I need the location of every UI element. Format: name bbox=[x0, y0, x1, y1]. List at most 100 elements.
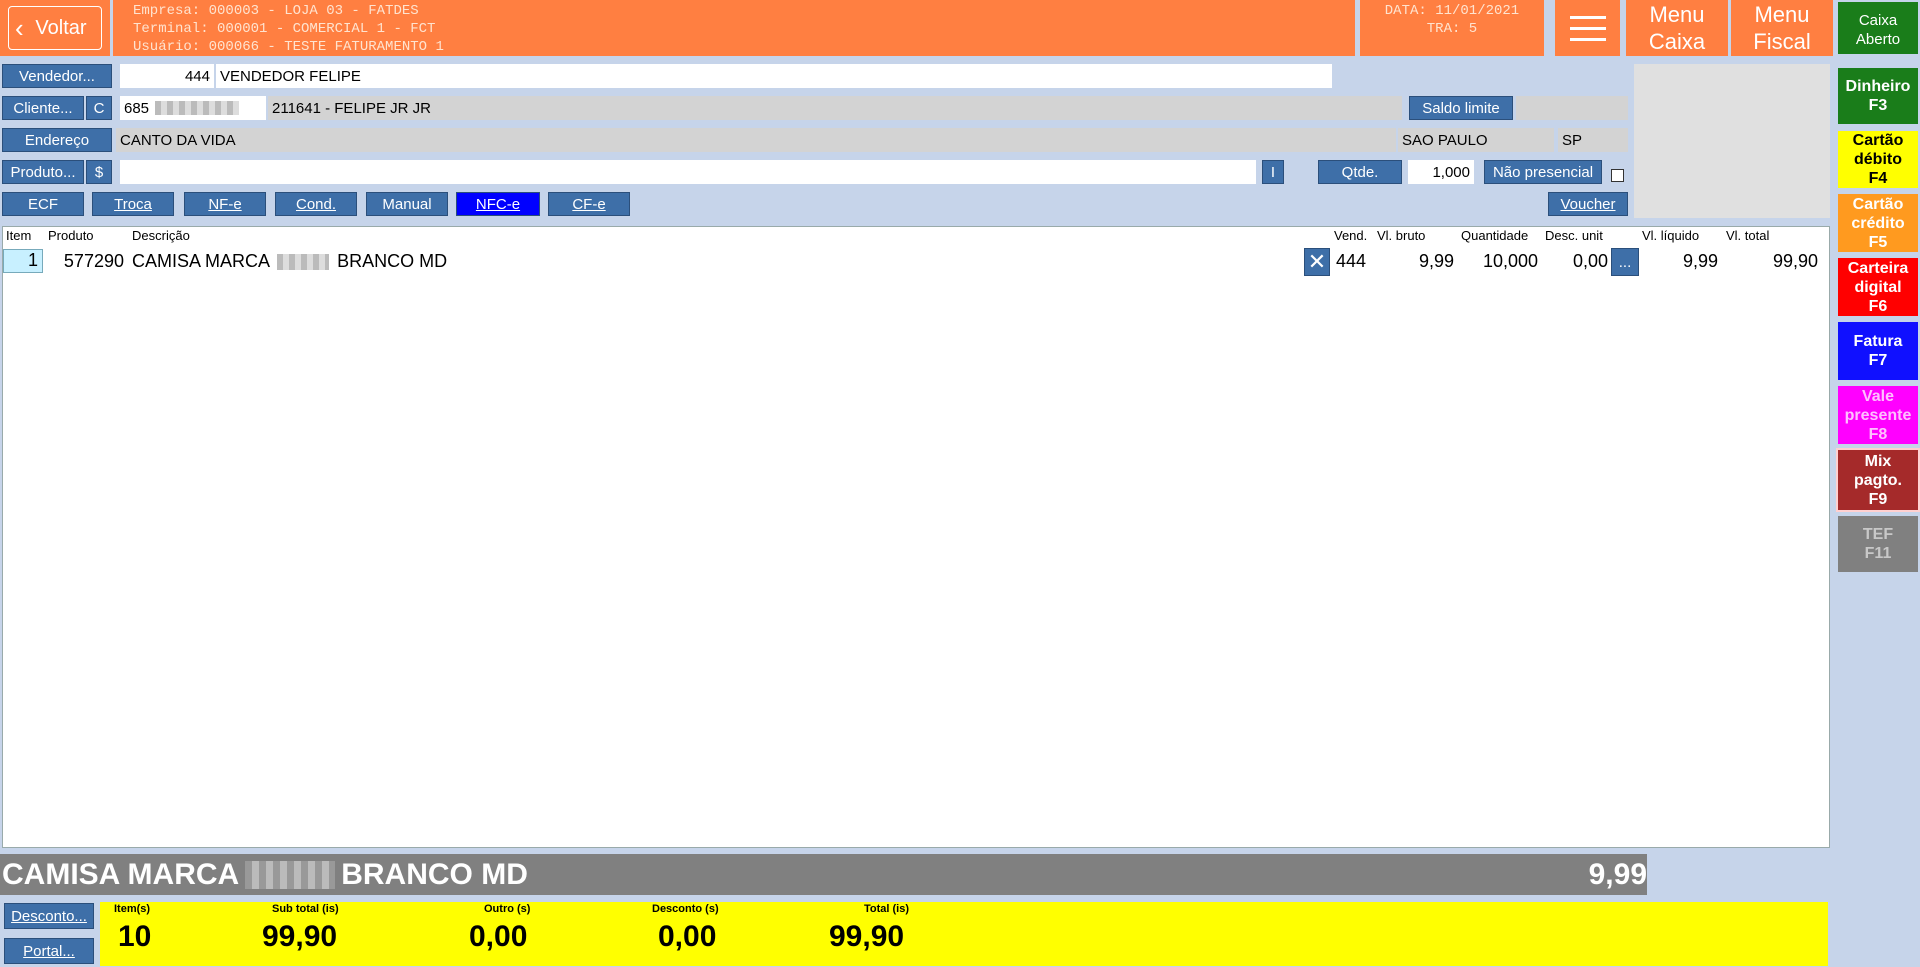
menu-fiscal-label-1: Menu bbox=[1754, 2, 1810, 27]
pay-debito-button[interactable]: Cartão débito F4 bbox=[1836, 129, 1920, 190]
pay-fatura-key: F7 bbox=[1868, 352, 1888, 369]
pay-carteira-label-2: digital bbox=[1854, 278, 1902, 296]
pay-vale-key: F8 bbox=[1868, 425, 1888, 443]
mode-ecf-button[interactable]: ECF bbox=[2, 192, 84, 216]
col-produto-header: Produto bbox=[48, 228, 94, 243]
pay-carteira-key: F6 bbox=[1868, 297, 1888, 315]
col-item-header: Item bbox=[6, 228, 32, 243]
date-info: DATA: 11/01/2021 TRA: 5 bbox=[1360, 0, 1544, 56]
hamburger-icon bbox=[1569, 8, 1606, 49]
col-vl-bruto-header: Vl. bruto bbox=[1377, 228, 1426, 243]
total-value: 99,90 bbox=[829, 920, 905, 953]
current-item-bar: CAMISA MARCA BRANCO MD bbox=[0, 854, 1647, 895]
pay-credito-label-2: crédito bbox=[1851, 214, 1905, 232]
pay-mix-button[interactable]: Mix pagto. F9 bbox=[1836, 448, 1920, 512]
product-image-panel bbox=[1634, 64, 1830, 218]
menu-fiscal-button[interactable]: Menu Fiscal bbox=[1731, 0, 1833, 56]
row-vl-liquido-cell: 9,99 bbox=[1682, 251, 1718, 271]
close-icon: ✕ bbox=[1307, 249, 1327, 274]
mode-cond-button[interactable]: Cond. bbox=[275, 192, 357, 216]
pay-tef-key: F11 bbox=[1864, 545, 1892, 562]
user-info: Usuário: 000066 - TESTE FATURAMENTO 1 bbox=[133, 39, 444, 55]
qtde-field[interactable]: 1,000 bbox=[1408, 160, 1474, 184]
cliente-c-button[interactable]: C bbox=[86, 96, 112, 120]
mode-nfce-button[interactable]: NFC-e bbox=[456, 192, 540, 216]
itens-label: Item(s) bbox=[114, 903, 151, 915]
row-vend-cell: 444 bbox=[1336, 251, 1367, 271]
subtotal-label: Sub total (is) bbox=[272, 903, 339, 915]
mode-manual-button[interactable]: Manual bbox=[366, 192, 448, 216]
pay-vale-button[interactable]: Vale presente F8 bbox=[1836, 384, 1920, 446]
row-vl-total-cell: 99,90 bbox=[1772, 251, 1818, 271]
row-more-button[interactable]: ... bbox=[1611, 248, 1639, 276]
produto-price-button[interactable]: $ bbox=[86, 160, 112, 184]
current-item-price: 9,99 bbox=[1588, 858, 1647, 891]
menu-caixa-button[interactable]: Menu Caixa bbox=[1626, 0, 1728, 56]
pay-dinheiro-key: F3 bbox=[1868, 97, 1888, 114]
produto-info-button[interactable]: I bbox=[1262, 160, 1284, 184]
mode-troca-button[interactable]: Troca bbox=[92, 192, 174, 216]
pay-tef-button[interactable]: TEF F11 bbox=[1836, 514, 1920, 574]
nao-presencial-button[interactable]: Não presencial bbox=[1484, 160, 1602, 184]
cliente-doc-field[interactable]: 685 bbox=[120, 96, 266, 120]
nao-presencial-checkbox[interactable] bbox=[1611, 169, 1624, 182]
pay-vale-label-1: Vale bbox=[1861, 387, 1895, 405]
hamburger-menu-button[interactable] bbox=[1555, 0, 1620, 56]
tra-text: TRA: 5 bbox=[1426, 21, 1478, 37]
total-label: Total (is) bbox=[864, 903, 910, 915]
back-label: Voltar bbox=[35, 16, 87, 39]
cliente-button[interactable]: Cliente... bbox=[2, 96, 84, 120]
col-desc-unit-header: Desc. unit bbox=[1545, 228, 1603, 243]
items-grid bbox=[2, 226, 1830, 848]
current-item-desc-b: BRANCO MD bbox=[341, 857, 528, 891]
col-vl-total-header: Vl. total bbox=[1726, 228, 1770, 243]
uf-field: SP bbox=[1558, 128, 1628, 152]
outro-label: Outro (s) bbox=[484, 903, 531, 915]
current-item-desc-a: CAMISA MARCA bbox=[2, 857, 240, 891]
pay-dinheiro-label: Dinheiro bbox=[1845, 78, 1911, 95]
col-quantidade-header: Quantidade bbox=[1461, 228, 1529, 243]
desconto-value: 0,00 bbox=[658, 920, 717, 953]
pay-mix-key: F9 bbox=[1868, 490, 1888, 508]
col-descricao-header: Descrição bbox=[132, 228, 190, 243]
vendedor-name-field: VENDEDOR FELIPE bbox=[216, 64, 1332, 88]
endereco-button[interactable]: Endereço bbox=[2, 128, 112, 152]
pay-fatura-label: Fatura bbox=[1853, 333, 1903, 350]
cashier-status-label-2: Aberto bbox=[1855, 31, 1901, 48]
pay-debito-key: F4 bbox=[1868, 170, 1888, 187]
itens-value: 10 bbox=[118, 920, 152, 953]
produto-input[interactable] bbox=[120, 160, 1256, 184]
cliente-doc-prefix: 685 bbox=[124, 99, 150, 117]
desconto-button[interactable]: Desconto... bbox=[4, 903, 94, 929]
saldo-limite-button[interactable]: Saldo limite bbox=[1409, 96, 1513, 120]
back-button[interactable]: ‹ Voltar bbox=[8, 6, 102, 50]
totals-panel bbox=[100, 902, 1828, 966]
cashier-status: Caixa Aberto bbox=[1836, 0, 1920, 56]
saldo-limite-field bbox=[1516, 96, 1628, 120]
voucher-button[interactable]: Voucher bbox=[1548, 192, 1628, 216]
pay-dinheiro-button[interactable]: Dinheiro F3 bbox=[1836, 66, 1920, 126]
remove-item-button[interactable]: ✕ bbox=[1304, 248, 1330, 276]
row-descricao-cell: CAMISA MARCA BRANCO MD bbox=[132, 251, 447, 272]
menu-caixa-label-2: Caixa bbox=[1648, 29, 1706, 54]
mode-nfe-button[interactable]: NF-e bbox=[184, 192, 266, 216]
pay-credito-button[interactable]: Cartão crédito F5 bbox=[1836, 192, 1920, 254]
pay-credito-key: F5 bbox=[1868, 233, 1888, 251]
col-vl-liquido-header: Vl. líquido bbox=[1642, 228, 1700, 243]
pay-vale-label-2: presente bbox=[1844, 406, 1912, 424]
row-descricao-a: CAMISA MARCA bbox=[132, 251, 270, 271]
produto-button[interactable]: Produto... bbox=[2, 160, 84, 184]
row-quantidade-cell: 10,000 bbox=[1482, 251, 1538, 271]
mode-cfe-button[interactable]: CF-e bbox=[548, 192, 630, 216]
pay-carteira-button[interactable]: Carteira digital F6 bbox=[1836, 256, 1920, 318]
desconto-label: Desconto (s) bbox=[652, 903, 719, 915]
pay-debito-label-2: débito bbox=[1854, 151, 1902, 168]
qtde-button[interactable]: Qtde. bbox=[1318, 160, 1402, 184]
vendedor-code-field[interactable]: 444 bbox=[120, 64, 214, 88]
endereco-field: CANTO DA VIDA bbox=[116, 128, 1396, 152]
portal-button[interactable]: Portal... bbox=[4, 938, 94, 964]
vendedor-button[interactable]: Vendedor... bbox=[2, 64, 112, 88]
row-item-cell[interactable]: 1 bbox=[3, 249, 43, 273]
col-vend-header: Vend. bbox=[1334, 228, 1368, 243]
pay-fatura-button[interactable]: Fatura F7 bbox=[1836, 320, 1920, 382]
